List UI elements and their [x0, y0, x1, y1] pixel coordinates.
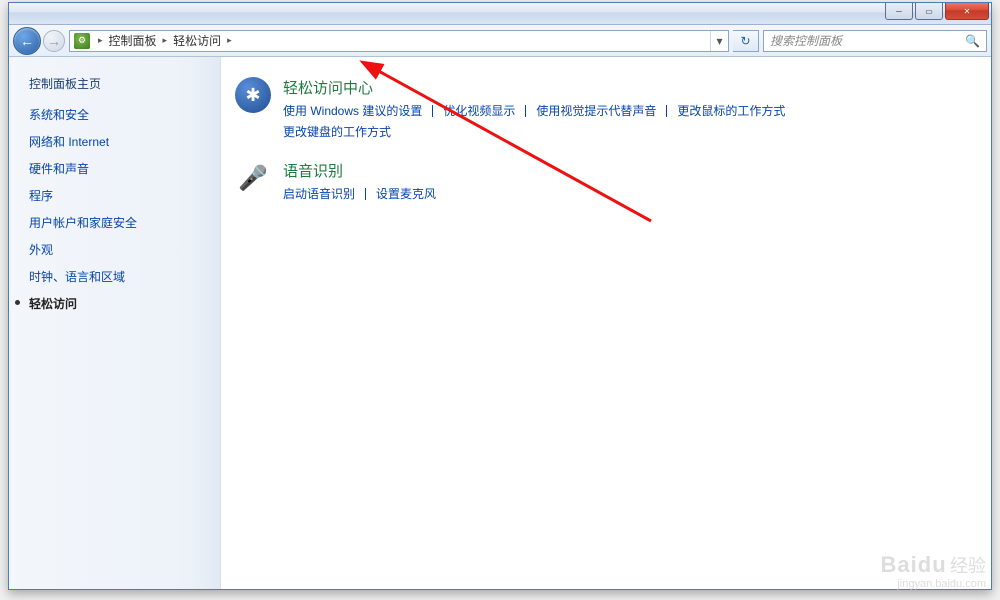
sidebar-item-system-security[interactable]: 系统和安全 — [29, 106, 220, 123]
sidebar: 控制面板主页 系统和安全 网络和 Internet 硬件和声音 程序 用户帐户和… — [9, 57, 221, 589]
category-speech-recognition: 🎤 语音识别 启动语音识别 设置麦克风 — [235, 160, 971, 202]
minimize-button[interactable]: ─ — [885, 3, 913, 20]
search-placeholder: 搜索控制面板 — [770, 32, 842, 49]
link-optimize-visual-display[interactable]: 优化视频显示 — [443, 102, 515, 119]
sidebar-item-user-accounts[interactable]: 用户帐户和家庭安全 — [29, 214, 220, 231]
titlebar[interactable]: ─ ▭ ✕ — [9, 3, 991, 25]
sidebar-item-ease-of-access[interactable]: 轻松访问 — [29, 295, 220, 312]
ease-of-access-icon: ✱ — [235, 77, 271, 113]
link-windows-suggested-settings[interactable]: 使用 Windows 建议的设置 — [283, 102, 422, 119]
control-panel-icon: ⚙ — [74, 33, 90, 49]
link-setup-microphone[interactable]: 设置麦克风 — [376, 185, 436, 202]
speech-recognition-links: 启动语音识别 设置麦克风 — [283, 185, 436, 202]
forward-button[interactable]: → — [43, 30, 65, 52]
watermark-brand: Baidu — [881, 552, 947, 577]
nav-buttons: ← → — [13, 27, 65, 55]
sidebar-title[interactable]: 控制面板主页 — [29, 75, 220, 92]
maximize-button[interactable]: ▭ — [915, 3, 943, 20]
sidebar-item-clock-language[interactable]: 时钟、语言和区域 — [29, 268, 220, 285]
address-dropdown[interactable]: ▾ — [710, 31, 728, 51]
sidebar-item-hardware-sound[interactable]: 硬件和声音 — [29, 160, 220, 177]
sidebar-item-appearance[interactable]: 外观 — [29, 241, 220, 258]
control-panel-window: ─ ▭ ✕ ← → ⚙ ▸ 控制面板 ▸ 轻松访问 ▸ ▾ ↻ 搜索控制面板 🔍… — [8, 2, 992, 590]
ease-of-access-center-heading[interactable]: 轻松访问中心 — [283, 77, 893, 98]
sidebar-item-network[interactable]: 网络和 Internet — [29, 133, 220, 150]
link-start-speech-recognition[interactable]: 启动语音识别 — [283, 185, 355, 202]
main-panel: ✱ 轻松访问中心 使用 Windows 建议的设置 优化视频显示 使用视觉提示代… — [221, 57, 991, 589]
back-button[interactable]: ← — [13, 27, 41, 55]
breadcrumb-separator: ▸ — [223, 35, 236, 46]
toolbar: ← → ⚙ ▸ 控制面板 ▸ 轻松访问 ▸ ▾ ↻ 搜索控制面板 🔍 — [9, 25, 991, 57]
address-bar[interactable]: ⚙ ▸ 控制面板 ▸ 轻松访问 ▸ ▾ — [69, 30, 729, 52]
link-change-keyboard-works[interactable]: 更改键盘的工作方式 — [283, 123, 391, 140]
watermark-brand-cn: 经验 — [950, 556, 986, 576]
sidebar-item-programs[interactable]: 程序 — [29, 187, 220, 204]
link-change-mouse-works[interactable]: 更改鼠标的工作方式 — [677, 102, 785, 119]
breadcrumb-ease-of-access[interactable]: 轻松访问 — [171, 32, 223, 49]
breadcrumb-control-panel[interactable]: 控制面板 — [107, 32, 159, 49]
close-button[interactable]: ✕ — [945, 3, 989, 20]
ease-of-access-links: 使用 Windows 建议的设置 优化视频显示 使用视觉提示代替声音 更改鼠标的… — [283, 102, 893, 140]
breadcrumb-separator: ▸ — [159, 35, 172, 46]
refresh-button[interactable]: ↻ — [733, 30, 759, 52]
microphone-icon: 🎤 — [235, 160, 271, 196]
search-icon[interactable]: 🔍 — [965, 34, 980, 48]
breadcrumb-separator: ▸ — [94, 35, 107, 46]
link-visual-alternatives-sound[interactable]: 使用视觉提示代替声音 — [536, 102, 656, 119]
content-area: 控制面板主页 系统和安全 网络和 Internet 硬件和声音 程序 用户帐户和… — [9, 57, 991, 589]
watermark: Baidu 经验 jingyan.baidu.com — [881, 552, 986, 590]
speech-recognition-heading[interactable]: 语音识别 — [283, 160, 436, 181]
watermark-url: jingyan.baidu.com — [881, 578, 986, 590]
search-input[interactable]: 搜索控制面板 🔍 — [763, 30, 987, 52]
category-ease-of-access-center: ✱ 轻松访问中心 使用 Windows 建议的设置 优化视频显示 使用视觉提示代… — [235, 77, 971, 140]
